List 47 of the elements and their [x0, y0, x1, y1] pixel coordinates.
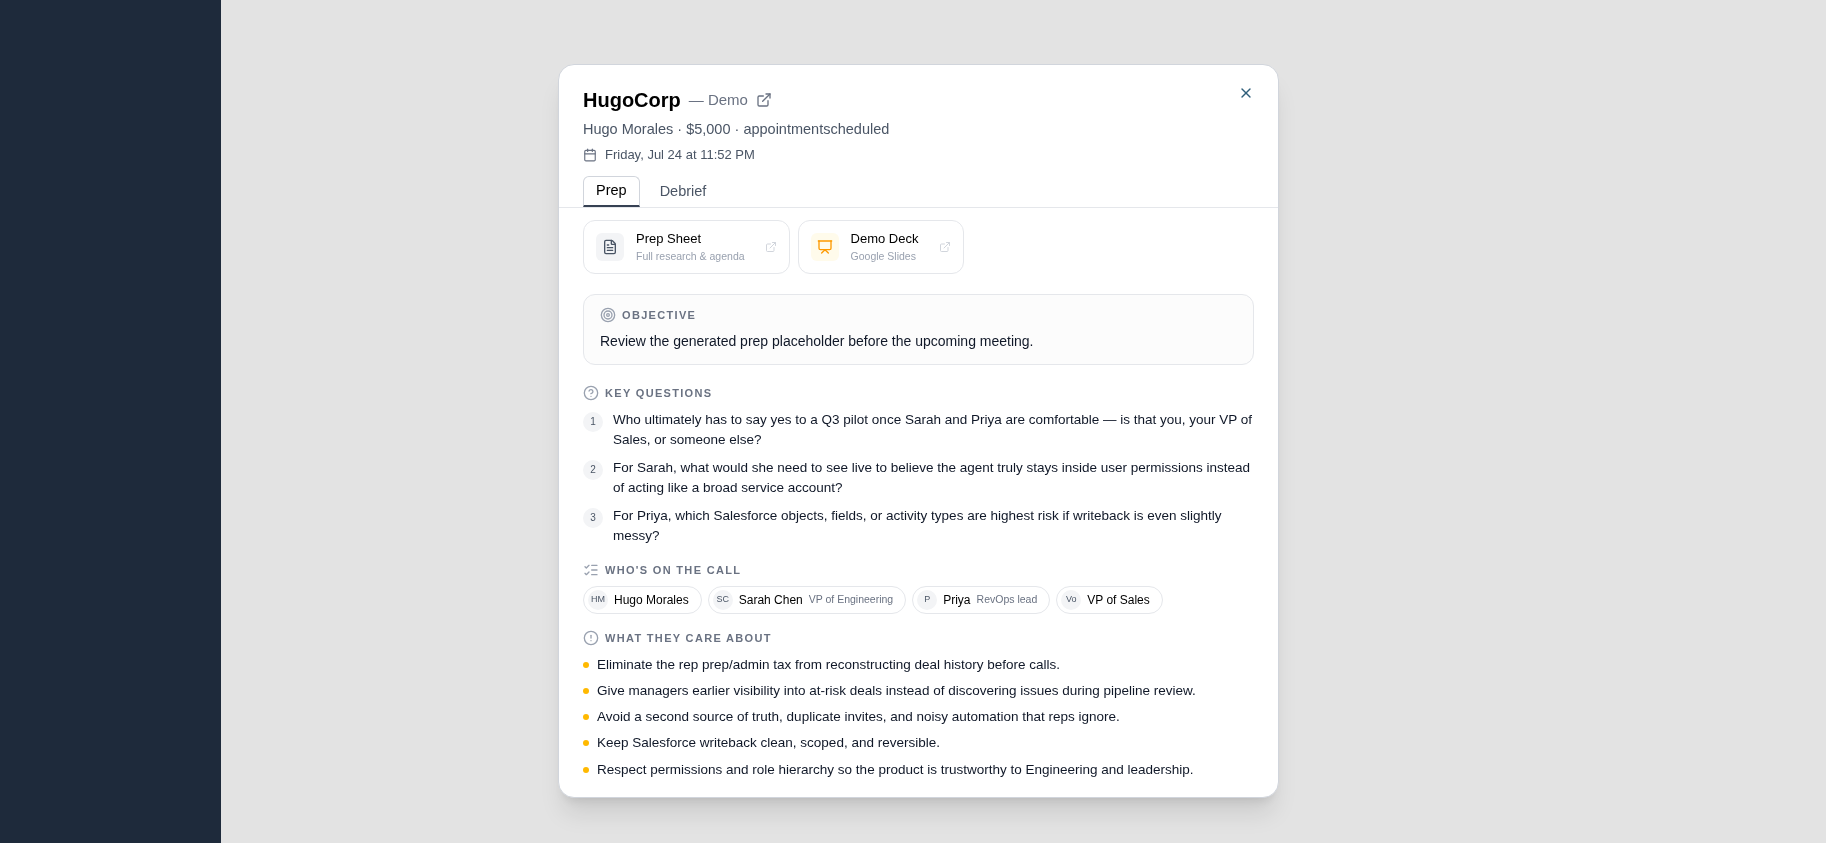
- care-text: Respect permissions and role hierarchy so the product is trustworthy to Engineering and leadership.: [597, 760, 1194, 779]
- presentation-icon: [810, 232, 839, 261]
- attendee-name: Hugo Morales: [614, 592, 689, 609]
- section-heading: WHAT THEY CARE ABOUT: [605, 631, 772, 646]
- question-number: 3: [583, 507, 603, 528]
- tab[interactable]: Prep: [583, 176, 640, 208]
- tab[interactable]: Debrief: [647, 176, 719, 208]
- section-heading: OBJECTIVE: [622, 307, 697, 323]
- attendee-role: VP of Engineering: [808, 592, 894, 608]
- care-text: Give managers earlier visibility into at-risk deals instead of discovering issues during pipeline review.: [597, 681, 1196, 700]
- meeting-date: Friday, Jul 24 at 11:52 PM: [605, 145, 755, 164]
- care-text: Eliminate the rep prep/admin tax from reconstructing deal history before calls.: [597, 655, 1060, 674]
- care-text: Avoid a second source of truth, duplicate invites, and noisy automation that reps ignore.: [597, 708, 1120, 726]
- objective-text: Review the generated prep placeholder before the upcoming meeting.: [600, 332, 1035, 351]
- resource-subtitle: Google Slides: [850, 248, 917, 264]
- avatar-initials: Vo: [1061, 590, 1082, 610]
- section-heading: WHO'S ON THE CALL: [605, 562, 742, 578]
- calendar-icon: [583, 147, 597, 162]
- attendee-role: RevOps lead: [976, 592, 1038, 608]
- resource-card[interactable]: Prep Sheet Full research & agenda: [583, 220, 790, 274]
- deal-summary: Hugo Morales · $5,000 · appointmentscheduled: [583, 120, 891, 139]
- question-text: For Sarah, what would she need to see live to believe the agent truly stays inside user permissions instead of acting like a broad service account?: [613, 458, 1252, 497]
- section-heading: KEY QUESTIONS: [605, 386, 713, 401]
- external-link-icon: [764, 240, 777, 253]
- external-link-icon[interactable]: [755, 92, 772, 108]
- care-text: Keep Salesforce writeback clean, scoped, and reversible.: [597, 734, 940, 753]
- dialog-title-suffix: — Demo: [688, 89, 748, 110]
- attendee-name: Sarah Chen: [738, 592, 803, 609]
- question-number: 2: [583, 459, 603, 480]
- alert-icon: [583, 630, 599, 647]
- resource-title: Demo Deck: [850, 230, 919, 249]
- avatar-initials: SC: [712, 590, 733, 610]
- dialog-title: HugoCorp: [583, 88, 681, 113]
- external-link-icon: [938, 240, 951, 253]
- target-icon: [600, 306, 616, 323]
- question-text: Who ultimately has to say yes to a Q3 pilot once Sarah and Priya are comfortable — is that you, your VP of Sales, or someone else?: [613, 410, 1254, 449]
- avatar-initials: HM: [588, 590, 608, 610]
- question-icon: [583, 385, 599, 402]
- question-text: For Priya, which Salesforce objects, fields, or activity types are highest risk if writeback is even slightly messy?: [613, 506, 1223, 545]
- attendee-name: Priya: [943, 592, 971, 609]
- document-icon: [596, 232, 624, 261]
- avatar-initials: P: [917, 590, 938, 610]
- resource-title: Prep Sheet: [636, 230, 703, 249]
- resource-subtitle: Full research & agenda: [636, 248, 745, 264]
- attendee-name: VP of Sales: [1087, 592, 1150, 609]
- question-number: 1: [583, 411, 603, 432]
- resource-card[interactable]: Demo Deck Google Slides: [797, 220, 964, 274]
